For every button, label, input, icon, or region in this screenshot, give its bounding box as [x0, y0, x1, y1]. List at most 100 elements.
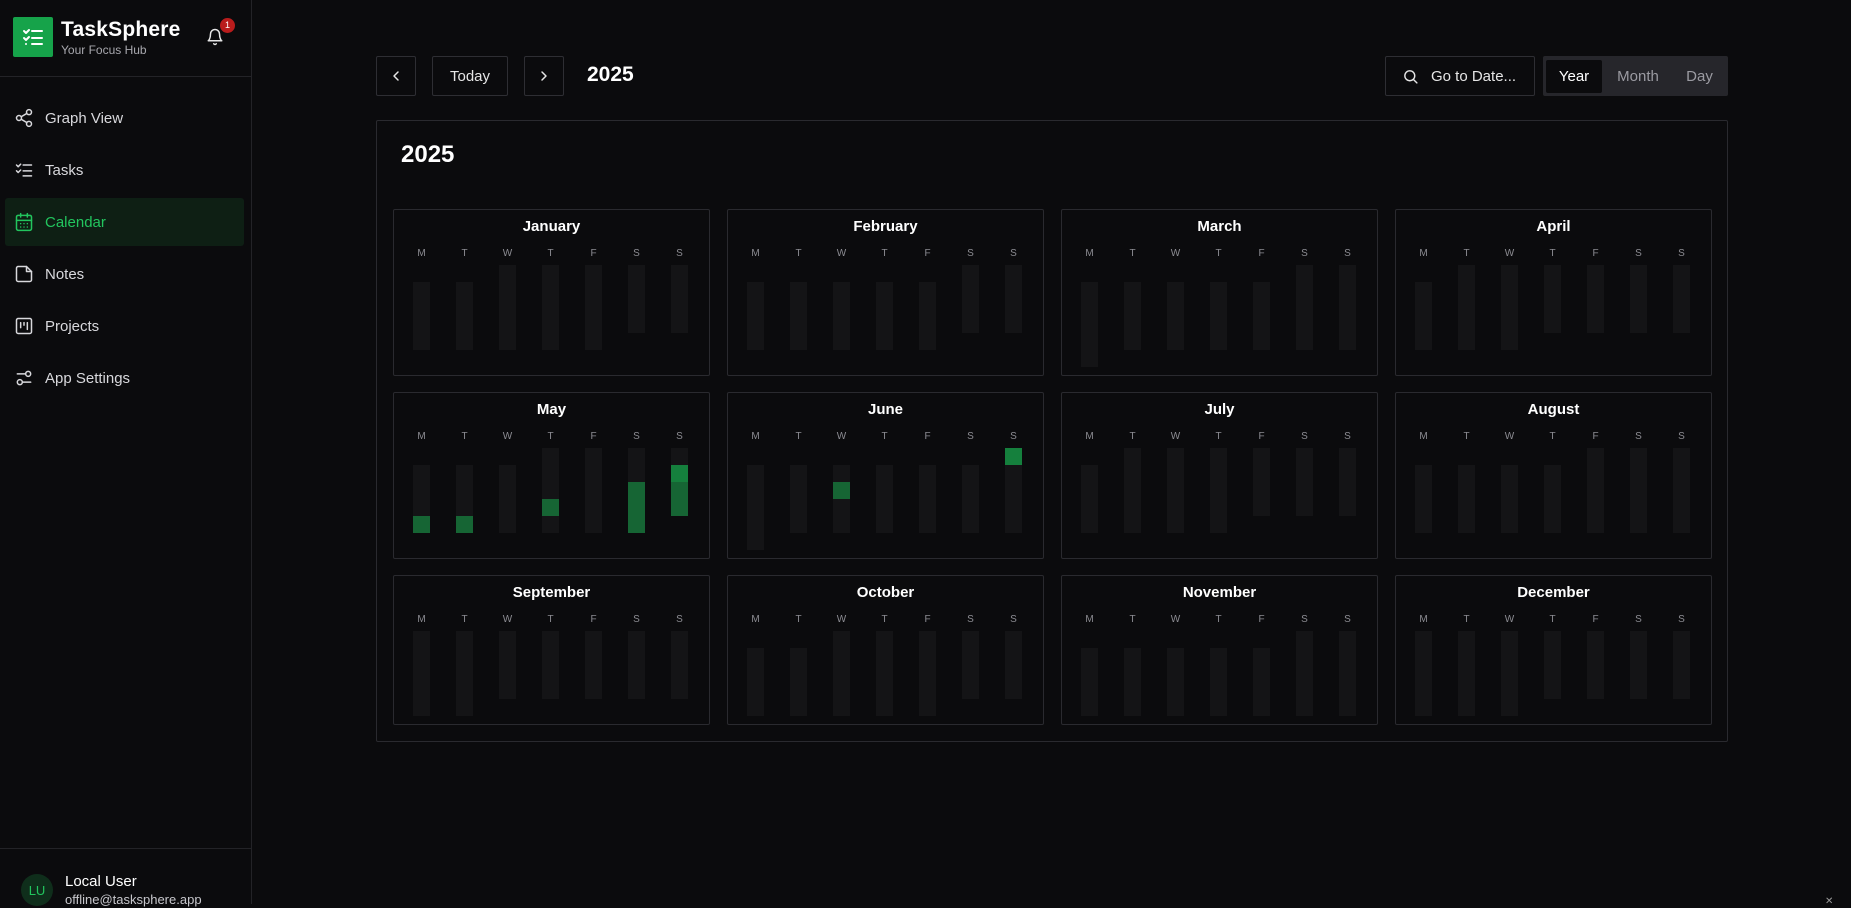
- day-cell[interactable]: [456, 499, 473, 516]
- day-cell[interactable]: [790, 482, 807, 499]
- day-cell[interactable]: [1124, 465, 1141, 482]
- day-cell[interactable]: [1005, 516, 1022, 533]
- day-cell[interactable]: [919, 499, 936, 516]
- day-cell[interactable]: [671, 316, 688, 333]
- day-cell[interactable]: [542, 648, 559, 665]
- day-cell[interactable]: [413, 631, 430, 648]
- day-cell[interactable]: [1339, 499, 1356, 516]
- sidebar-item-calendar[interactable]: Calendar: [5, 198, 244, 246]
- day-cell[interactable]: [456, 333, 473, 350]
- day-cell[interactable]: [1458, 333, 1475, 350]
- day-cell[interactable]: [456, 482, 473, 499]
- day-cell[interactable]: [747, 299, 764, 316]
- day-cell[interactable]: [585, 265, 602, 282]
- day-cell[interactable]: [1253, 648, 1270, 665]
- day-cell[interactable]: [747, 482, 764, 499]
- day-cell[interactable]: [1167, 299, 1184, 316]
- day-cell[interactable]: [833, 648, 850, 665]
- day-cell[interactable]: [542, 316, 559, 333]
- day-cell[interactable]: [1081, 282, 1098, 299]
- day-cell[interactable]: [671, 482, 688, 499]
- day-cell[interactable]: [585, 333, 602, 350]
- view-year-button[interactable]: Year: [1546, 59, 1602, 93]
- day-cell[interactable]: [1210, 648, 1227, 665]
- day-cell[interactable]: [833, 316, 850, 333]
- day-cell[interactable]: [1005, 282, 1022, 299]
- day-cell[interactable]: [1630, 465, 1647, 482]
- day-cell[interactable]: [1210, 699, 1227, 716]
- day-cell[interactable]: [1296, 631, 1313, 648]
- day-cell[interactable]: [499, 665, 516, 682]
- day-cell[interactable]: [1501, 333, 1518, 350]
- day-cell[interactable]: [671, 299, 688, 316]
- day-cell[interactable]: [1210, 448, 1227, 465]
- day-cell[interactable]: [585, 631, 602, 648]
- day-cell[interactable]: [1630, 448, 1647, 465]
- day-cell[interactable]: [1081, 299, 1098, 316]
- day-cell[interactable]: [747, 282, 764, 299]
- day-cell[interactable]: [876, 299, 893, 316]
- day-cell[interactable]: [456, 682, 473, 699]
- day-cell[interactable]: [1587, 299, 1604, 316]
- day-cell[interactable]: [1673, 665, 1690, 682]
- day-cell[interactable]: [876, 631, 893, 648]
- day-cell[interactable]: [1339, 333, 1356, 350]
- day-cell[interactable]: [1544, 648, 1561, 665]
- day-cell[interactable]: [962, 631, 979, 648]
- day-cell[interactable]: [1501, 499, 1518, 516]
- day-cell[interactable]: [1124, 516, 1141, 533]
- day-cell[interactable]: [456, 631, 473, 648]
- day-cell[interactable]: [1501, 665, 1518, 682]
- day-cell[interactable]: [1630, 499, 1647, 516]
- day-cell[interactable]: [1210, 465, 1227, 482]
- month-card[interactable]: July M T W T F S S: [1061, 392, 1378, 559]
- day-cell[interactable]: [628, 299, 645, 316]
- day-cell[interactable]: [671, 631, 688, 648]
- day-cell[interactable]: [790, 299, 807, 316]
- day-cell[interactable]: [1501, 682, 1518, 699]
- day-cell[interactable]: [542, 282, 559, 299]
- day-cell[interactable]: [833, 299, 850, 316]
- day-cell[interactable]: [833, 516, 850, 533]
- day-cell[interactable]: [1587, 665, 1604, 682]
- day-cell[interactable]: [1210, 665, 1227, 682]
- day-cell[interactable]: [1253, 316, 1270, 333]
- day-cell[interactable]: [585, 299, 602, 316]
- day-cell[interactable]: [876, 499, 893, 516]
- month-card[interactable]: November M T W T F S S: [1061, 575, 1378, 725]
- day-cell[interactable]: [1630, 299, 1647, 316]
- day-cell[interactable]: [628, 631, 645, 648]
- day-cell[interactable]: [1296, 448, 1313, 465]
- day-cell[interactable]: [1081, 699, 1098, 716]
- day-cell[interactable]: [1253, 333, 1270, 350]
- day-cell[interactable]: [1339, 299, 1356, 316]
- month-card[interactable]: April M T W T F S S: [1395, 209, 1712, 376]
- day-cell[interactable]: [413, 648, 430, 665]
- day-cell[interactable]: [1167, 448, 1184, 465]
- day-cell[interactable]: [542, 499, 559, 516]
- day-cell[interactable]: [1081, 665, 1098, 682]
- view-day-button[interactable]: Day: [1674, 60, 1725, 93]
- day-cell[interactable]: [747, 533, 764, 550]
- day-cell[interactable]: [1673, 465, 1690, 482]
- day-cell[interactable]: [671, 499, 688, 516]
- day-cell[interactable]: [1339, 265, 1356, 282]
- day-cell[interactable]: [962, 648, 979, 665]
- day-cell[interactable]: [833, 333, 850, 350]
- day-cell[interactable]: [790, 699, 807, 716]
- day-cell[interactable]: [413, 699, 430, 716]
- day-cell[interactable]: [1587, 516, 1604, 533]
- day-cell[interactable]: [919, 282, 936, 299]
- sidebar-item-tasks[interactable]: Tasks: [5, 146, 244, 194]
- day-cell[interactable]: [1081, 333, 1098, 350]
- month-card[interactable]: June M T W T F S S: [727, 392, 1044, 559]
- day-cell[interactable]: [1253, 682, 1270, 699]
- day-cell[interactable]: [1081, 499, 1098, 516]
- day-cell[interactable]: [790, 648, 807, 665]
- day-cell[interactable]: [747, 665, 764, 682]
- day-cell[interactable]: [585, 482, 602, 499]
- day-cell[interactable]: [1253, 448, 1270, 465]
- day-cell[interactable]: [1339, 316, 1356, 333]
- day-cell[interactable]: [1673, 265, 1690, 282]
- day-cell[interactable]: [962, 316, 979, 333]
